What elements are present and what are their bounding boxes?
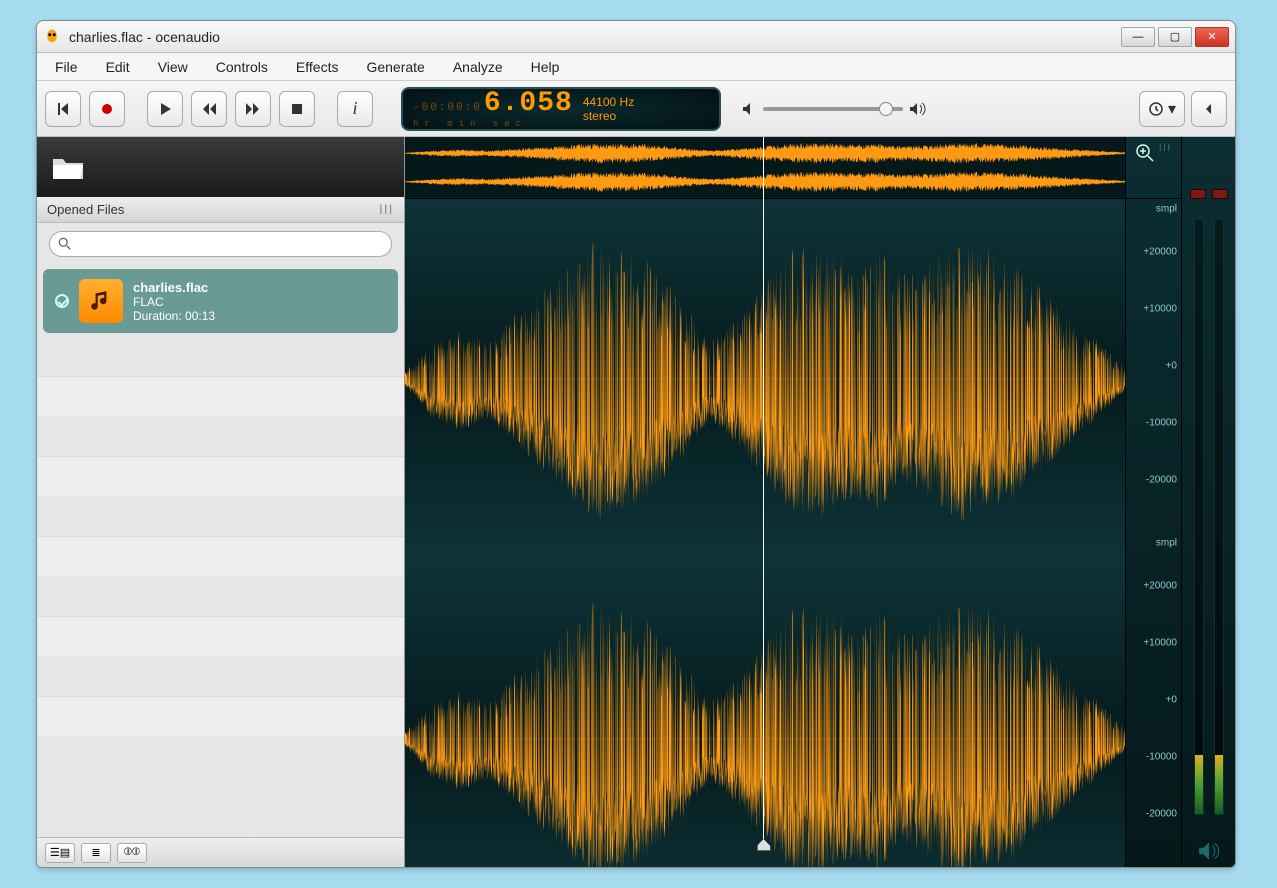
- file-list: charlies.flac FLAC Duration: 00:13: [37, 265, 404, 837]
- meter-right: [1214, 219, 1224, 815]
- view-list-button[interactable]: ≣: [81, 843, 111, 863]
- clip-indicator-right: [1212, 189, 1228, 199]
- volume-low-icon: [741, 101, 757, 117]
- rewind-button[interactable]: [191, 91, 227, 127]
- app-icon: [43, 28, 61, 46]
- list-row-empty: [37, 337, 404, 377]
- toolbar: i -00:00:0 6.058 hr min sec 44100 Hz ste…: [37, 81, 1235, 137]
- zoom-in-icon[interactable]: [1135, 143, 1155, 163]
- speaker-icon[interactable]: [1198, 841, 1220, 861]
- history-button[interactable]: ▾: [1139, 91, 1185, 127]
- list-row-empty: [37, 417, 404, 457]
- play-button[interactable]: [147, 91, 183, 127]
- list-row-empty: [37, 577, 404, 617]
- file-duration: Duration: 00:13: [133, 309, 215, 323]
- menu-edit[interactable]: Edit: [94, 56, 142, 78]
- window-minimize-button[interactable]: —: [1121, 27, 1155, 47]
- waveform-channel-right[interactable]: [405, 559, 1125, 868]
- view-details-button[interactable]: ☰▤: [45, 843, 75, 863]
- sidebar-drag-handle-icon[interactable]: lll: [379, 202, 394, 217]
- lcd-channels: stereo: [583, 109, 634, 123]
- list-row-empty: [37, 657, 404, 697]
- file-format: FLAC: [133, 295, 215, 309]
- lcd-samplerate: 44100 Hz: [583, 95, 634, 109]
- back-button[interactable]: [1191, 91, 1227, 127]
- waveform-channel-left[interactable]: [405, 199, 1125, 559]
- view-grid-button[interactable]: ⦶⦶: [117, 843, 147, 863]
- sidebar: Opened Files lll charlies.flac FLA: [37, 137, 405, 867]
- waveform-area: 0.0002.0004.0006.0008.00010.00012.000 ll…: [405, 137, 1235, 867]
- menu-help[interactable]: Help: [519, 56, 572, 78]
- level-meters: [1181, 137, 1235, 867]
- file-thumb-icon: [79, 279, 123, 323]
- volume-high-icon: [909, 101, 927, 117]
- window-title: charlies.flac - ocenaudio: [69, 29, 1121, 45]
- search-input[interactable]: [72, 237, 383, 252]
- window-close-button[interactable]: ✕: [1195, 27, 1229, 47]
- menu-analyze[interactable]: Analyze: [441, 56, 515, 78]
- list-row-empty: [37, 497, 404, 537]
- playhead[interactable]: [763, 137, 764, 843]
- folder-icon[interactable]: [51, 153, 85, 181]
- sidebar-header: [37, 137, 404, 197]
- menu-view[interactable]: View: [146, 56, 200, 78]
- waveform-overview[interactable]: [405, 137, 1125, 199]
- ruler-handle-icon[interactable]: lll: [1159, 143, 1172, 154]
- time-display: -00:00:0 6.058 hr min sec 44100 Hz stere…: [401, 87, 721, 131]
- search-icon: [58, 237, 72, 251]
- menu-effects[interactable]: Effects: [284, 56, 351, 78]
- menu-generate[interactable]: Generate: [354, 56, 436, 78]
- list-row-empty: [37, 537, 404, 577]
- volume-control: [741, 101, 927, 117]
- amplitude-ruler: lll smpl+20000+10000+0-10000-20000smpl+2…: [1125, 137, 1181, 867]
- list-row-empty: [37, 697, 404, 737]
- title-bar: charlies.flac - ocenaudio — ▢ ✕: [37, 21, 1235, 53]
- lcd-prefix: -00:00:0: [413, 102, 482, 114]
- window: charlies.flac - ocenaudio — ▢ ✕ File Edi…: [36, 20, 1236, 868]
- goto-start-button[interactable]: [45, 91, 81, 127]
- sidebar-panel-title: Opened Files lll: [37, 197, 404, 223]
- list-row-empty: [37, 457, 404, 497]
- meter-left: [1194, 219, 1204, 815]
- file-name: charlies.flac: [133, 280, 215, 295]
- file-checked-icon: [55, 294, 69, 308]
- clip-indicator-left: [1190, 189, 1206, 199]
- window-maximize-button[interactable]: ▢: [1158, 27, 1192, 47]
- lcd-labels: hr min sec: [413, 119, 527, 129]
- file-item[interactable]: charlies.flac FLAC Duration: 00:13: [43, 269, 398, 333]
- list-row-empty: [37, 617, 404, 657]
- forward-button[interactable]: [235, 91, 271, 127]
- menu-controls[interactable]: Controls: [204, 56, 280, 78]
- sidebar-search: [37, 223, 404, 265]
- stop-button[interactable]: [279, 91, 315, 127]
- sidebar-panel-title-text: Opened Files: [47, 202, 124, 217]
- list-row-empty: [37, 377, 404, 417]
- menu-bar: File Edit View Controls Effects Generate…: [37, 53, 1235, 81]
- info-button[interactable]: i: [337, 91, 373, 127]
- record-button[interactable]: [89, 91, 125, 127]
- lcd-time: 6.058: [484, 88, 573, 119]
- sidebar-footer: ☰▤ ≣ ⦶⦶: [37, 837, 404, 867]
- menu-file[interactable]: File: [43, 56, 90, 78]
- volume-slider[interactable]: [763, 107, 903, 111]
